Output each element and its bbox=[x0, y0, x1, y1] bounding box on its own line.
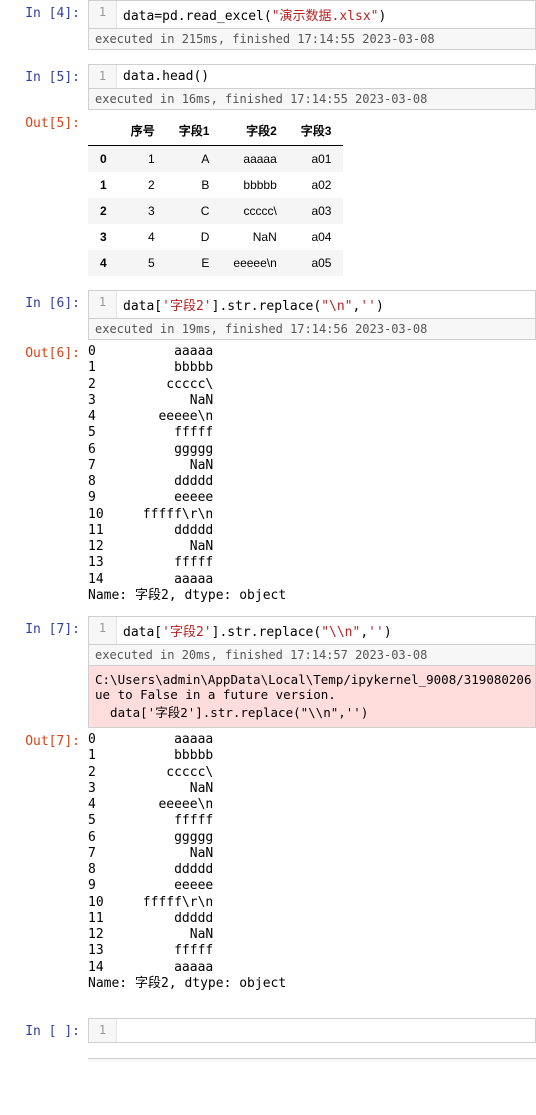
table-cell: bbbbb bbox=[221, 172, 288, 198]
row-index: 1 bbox=[88, 172, 119, 198]
output-area-7: 0 aaaaa 1 bbbbb 2 ccccc\ 3 NaN 4 eeeee\n… bbox=[88, 728, 536, 1004]
line-number: 1 bbox=[89, 617, 117, 644]
table-cell: aaaaa bbox=[221, 146, 288, 173]
cell-out-6: Out[6]: 0 aaaaa 1 bbbbb 2 ccccc\ 3 NaN 4… bbox=[0, 340, 536, 616]
table-row: 23Cccccc\a03 bbox=[88, 198, 343, 224]
exec-timing-7: executed in 20ms, finished 17:14:57 2023… bbox=[88, 645, 536, 666]
code-input-4[interactable]: 1 data=pd.read_excel("演示数据.xlsx") bbox=[88, 0, 536, 29]
line-number: 1 bbox=[89, 1, 117, 28]
exec-timing-6: executed in 19ms, finished 17:14:56 2023… bbox=[88, 319, 536, 340]
prompt-out-7: Out[7]: bbox=[0, 728, 88, 1004]
row-index: 2 bbox=[88, 198, 119, 224]
table-cell: 4 bbox=[119, 224, 167, 250]
table-row: 45Eeeeee\na05 bbox=[88, 250, 343, 276]
code-text bbox=[117, 1019, 535, 1042]
cell-in-6: In [6]: 1 data['字段2'].str.replace("\n",'… bbox=[0, 290, 536, 340]
table-cell: 2 bbox=[119, 172, 167, 198]
exec-timing-5: executed in 16ms, finished 17:14:55 2023… bbox=[88, 89, 536, 110]
cell-in-5: In [5]: 1 data.head() executed in 16ms, … bbox=[0, 64, 536, 110]
input-area-7: 1 data['字段2'].str.replace("\\n",'') exec… bbox=[88, 616, 536, 728]
table-cell: A bbox=[167, 146, 222, 173]
line-number: 1 bbox=[89, 1019, 117, 1042]
table-cell: a02 bbox=[289, 172, 344, 198]
prompt-in-4: In [4]: bbox=[0, 0, 88, 50]
input-area-5: 1 data.head() executed in 16ms, finished… bbox=[88, 64, 536, 110]
input-area-4: 1 data=pd.read_excel("演示数据.xlsx") execut… bbox=[88, 0, 536, 50]
cell-in-7: In [7]: 1 data['字段2'].str.replace("\\n",… bbox=[0, 616, 536, 728]
prompt-in-7: In [7]: bbox=[0, 616, 88, 728]
table-cell: ccccc\ bbox=[221, 198, 288, 224]
prompt-in-5: In [5]: bbox=[0, 64, 88, 110]
table-cell: NaN bbox=[221, 224, 288, 250]
table-cell: 1 bbox=[119, 146, 167, 173]
series-output-7: 0 aaaaa 1 bbbbb 2 ccccc\ 3 NaN 4 eeeee\n… bbox=[88, 728, 536, 1004]
cell-out-5: Out[5]: 序号字段1字段2字段3 01Aaaaaaa0112Bbbbbba… bbox=[0, 110, 536, 290]
table-row: 01Aaaaaaa01 bbox=[88, 146, 343, 173]
prompt-out-6: Out[6]: bbox=[0, 340, 88, 616]
cell-out-7: Out[7]: 0 aaaaa 1 bbbbb 2 ccccc\ 3 NaN 4… bbox=[0, 728, 536, 1004]
table-row: 12Bbbbbba02 bbox=[88, 172, 343, 198]
line-number: 1 bbox=[89, 65, 117, 88]
row-index: 4 bbox=[88, 250, 119, 276]
input-area-empty: 1 bbox=[88, 1018, 536, 1044]
prompt-out-5: Out[5]: bbox=[0, 110, 88, 290]
code-input-6[interactable]: 1 data['字段2'].str.replace("\n",'') bbox=[88, 290, 536, 319]
table-header: 字段2 bbox=[221, 116, 288, 146]
line-number: 1 bbox=[89, 291, 117, 318]
table-header: 字段3 bbox=[289, 116, 344, 146]
table-cell: E bbox=[167, 250, 222, 276]
series-output-6: 0 aaaaa 1 bbbbb 2 ccccc\ 3 NaN 4 eeeee\n… bbox=[88, 340, 536, 616]
input-area-6: 1 data['字段2'].str.replace("\n",'') execu… bbox=[88, 290, 536, 340]
partial-edge bbox=[88, 1058, 536, 1062]
dataframe-table: 序号字段1字段2字段3 01Aaaaaaa0112Bbbbbba0223Cccc… bbox=[88, 116, 343, 276]
cell-in-empty: In [ ]: 1 bbox=[0, 1018, 536, 1044]
code-text: data=pd.read_excel("演示数据.xlsx") bbox=[117, 1, 535, 28]
code-text: data.head() bbox=[117, 65, 535, 88]
output-area-5: 序号字段1字段2字段3 01Aaaaaaa0112Bbbbbba0223Cccc… bbox=[88, 110, 536, 290]
code-text: data['字段2'].str.replace("\n",'') bbox=[117, 291, 535, 318]
table-cell: D bbox=[167, 224, 222, 250]
code-input-5[interactable]: 1 data.head() bbox=[88, 64, 536, 89]
row-index: 3 bbox=[88, 224, 119, 250]
code-input-7[interactable]: 1 data['字段2'].str.replace("\\n",'') bbox=[88, 616, 536, 645]
code-input-empty[interactable]: 1 bbox=[88, 1018, 536, 1043]
table-row: 34DNaNa04 bbox=[88, 224, 343, 250]
code-text: data['字段2'].str.replace("\\n",'') bbox=[117, 617, 535, 644]
prompt-in-6: In [6]: bbox=[0, 290, 88, 340]
table-cell: C bbox=[167, 198, 222, 224]
table-header: 字段1 bbox=[167, 116, 222, 146]
cell-partial-bottom bbox=[0, 1058, 536, 1068]
output-area-6: 0 aaaaa 1 bbbbb 2 ccccc\ 3 NaN 4 eeeee\n… bbox=[88, 340, 536, 616]
table-cell: a01 bbox=[289, 146, 344, 173]
table-header bbox=[88, 116, 119, 146]
table-cell: a05 bbox=[289, 250, 344, 276]
table-cell: a04 bbox=[289, 224, 344, 250]
table-header: 序号 bbox=[119, 116, 167, 146]
stderr-output-7: C:\Users\admin\AppData\Local\Temp/ipyker… bbox=[88, 666, 536, 728]
table-cell: B bbox=[167, 172, 222, 198]
exec-timing-4: executed in 215ms, finished 17:14:55 202… bbox=[88, 29, 536, 50]
row-index: 0 bbox=[88, 146, 119, 173]
table-cell: eeeee\n bbox=[221, 250, 288, 276]
table-cell: 3 bbox=[119, 198, 167, 224]
table-cell: a03 bbox=[289, 198, 344, 224]
cell-in-4: In [4]: 1 data=pd.read_excel("演示数据.xlsx"… bbox=[0, 0, 536, 50]
table-cell: 5 bbox=[119, 250, 167, 276]
prompt-in-empty: In [ ]: bbox=[0, 1018, 88, 1044]
